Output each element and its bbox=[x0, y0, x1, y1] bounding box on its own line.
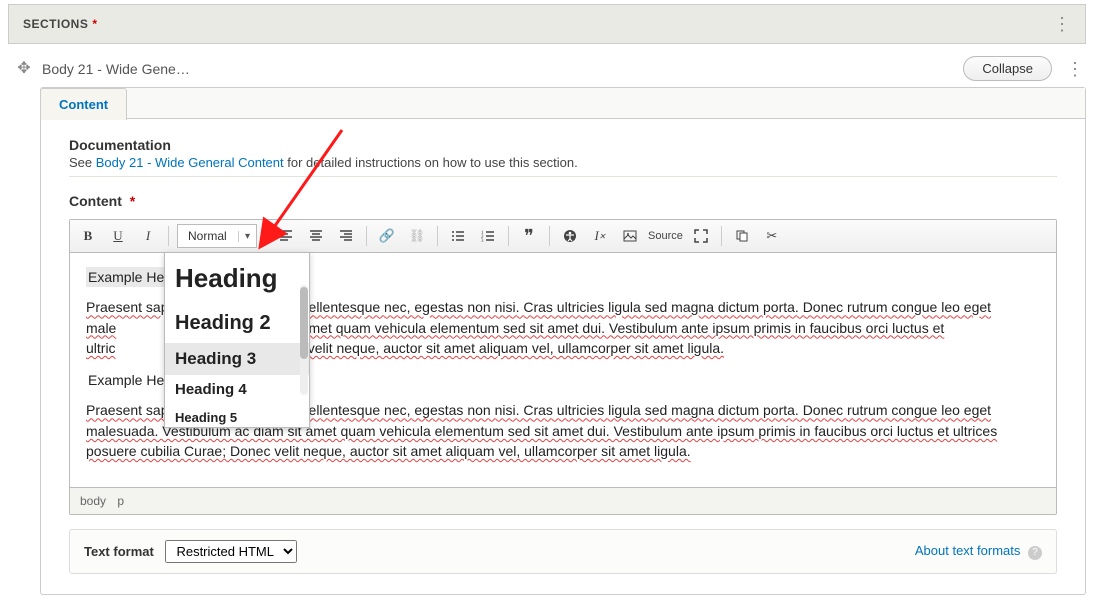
dd-item-heading-2[interactable]: Heading 2 bbox=[165, 304, 309, 343]
svg-text:3: 3 bbox=[481, 239, 484, 243]
body-title: Body 21 - Wide Gene… bbox=[42, 61, 190, 77]
path-p[interactable]: p bbox=[117, 494, 124, 508]
drag-handle-icon[interactable]: ✥ bbox=[8, 52, 40, 595]
remove-format-icon[interactable]: I✕ bbox=[588, 224, 612, 248]
example-heading-2: Example Hea bbox=[86, 370, 174, 390]
dd-item-heading-4[interactable]: Heading 4 bbox=[165, 375, 309, 404]
accessibility-icon[interactable] bbox=[558, 224, 582, 248]
required-star: * bbox=[92, 17, 97, 31]
about-text-formats-link[interactable]: About text formats bbox=[915, 543, 1021, 558]
dd-item-heading-5[interactable]: Heading 5 bbox=[165, 404, 309, 427]
toolbar-separator bbox=[721, 226, 722, 246]
documentation-heading: Documentation bbox=[69, 137, 1057, 153]
sections-header-bar: SECTIONS* ⋮ bbox=[8, 4, 1086, 44]
sections-kebab-icon[interactable]: ⋮ bbox=[1053, 15, 1071, 33]
chevron-down-icon: ▾ bbox=[238, 231, 250, 242]
cut-icon[interactable]: ✂ bbox=[760, 224, 784, 248]
format-dropdown-panel: Heading Heading 2 Heading 3 Heading 4 He… bbox=[164, 252, 310, 428]
toolbar-separator bbox=[549, 226, 550, 246]
align-left-icon[interactable] bbox=[274, 224, 298, 248]
editor-elements-path: body p bbox=[70, 487, 1056, 514]
collapse-button[interactable]: Collapse bbox=[963, 56, 1052, 81]
blockquote-icon[interactable]: ❞ bbox=[517, 224, 541, 248]
dd-item-heading-1[interactable]: Heading bbox=[165, 253, 309, 304]
body-header: Body 21 - Wide Gene… Collapse ⋮ bbox=[40, 52, 1086, 87]
dropdown-scrollbar[interactable] bbox=[300, 285, 308, 395]
tab-content[interactable]: Content bbox=[40, 88, 127, 120]
toolbar-separator bbox=[366, 226, 367, 246]
content-field-label: Content * bbox=[69, 193, 1057, 209]
numbered-list-icon[interactable]: 123 bbox=[476, 224, 500, 248]
documentation-line: See Body 21 - Wide General Content for d… bbox=[69, 155, 1057, 170]
path-body[interactable]: body bbox=[80, 494, 106, 508]
bulleted-list-icon[interactable] bbox=[446, 224, 470, 248]
example-heading-1: Example Hea bbox=[86, 267, 174, 287]
toolbar-separator bbox=[508, 226, 509, 246]
tabs-bar: Content bbox=[41, 88, 1085, 119]
toolbar-separator bbox=[437, 226, 438, 246]
text-format-label: Text format bbox=[84, 544, 154, 559]
dd-item-heading-3[interactable]: Heading 3 bbox=[165, 343, 309, 375]
wysiwyg-editor: B U I Normal▾ bbox=[69, 219, 1057, 515]
paragraph-format-dropdown[interactable]: Normal▾ bbox=[177, 224, 257, 248]
align-right-icon[interactable] bbox=[334, 224, 358, 248]
content-panel: Content Documentation See Body 21 - Wide… bbox=[40, 87, 1086, 595]
help-icon[interactable]: ? bbox=[1028, 546, 1042, 560]
underline-button[interactable]: U bbox=[106, 224, 130, 248]
bold-button[interactable]: B bbox=[76, 224, 100, 248]
text-format-row: Text format Restricted HTML About text f… bbox=[69, 529, 1057, 574]
divider bbox=[69, 176, 1057, 177]
toolbar-separator bbox=[265, 226, 266, 246]
italic-button[interactable]: I bbox=[136, 224, 160, 248]
text-format-select[interactable]: Restricted HTML bbox=[165, 540, 297, 563]
body-kebab-icon[interactable]: ⋮ bbox=[1066, 60, 1084, 78]
unlink-icon[interactable]: ⛓ bbox=[405, 224, 429, 248]
image-icon[interactable] bbox=[618, 224, 642, 248]
copy-icon[interactable] bbox=[730, 224, 754, 248]
align-center-icon[interactable] bbox=[304, 224, 328, 248]
link-icon[interactable]: 🔗 bbox=[375, 224, 399, 248]
maximize-icon[interactable] bbox=[689, 224, 713, 248]
sections-label: SECTIONS* bbox=[23, 17, 98, 31]
toolbar-separator bbox=[168, 226, 169, 246]
source-button[interactable]: Source bbox=[648, 224, 683, 248]
documentation-link[interactable]: Body 21 - Wide General Content bbox=[96, 155, 284, 170]
editor-toolbar: B U I Normal▾ bbox=[70, 220, 1056, 253]
